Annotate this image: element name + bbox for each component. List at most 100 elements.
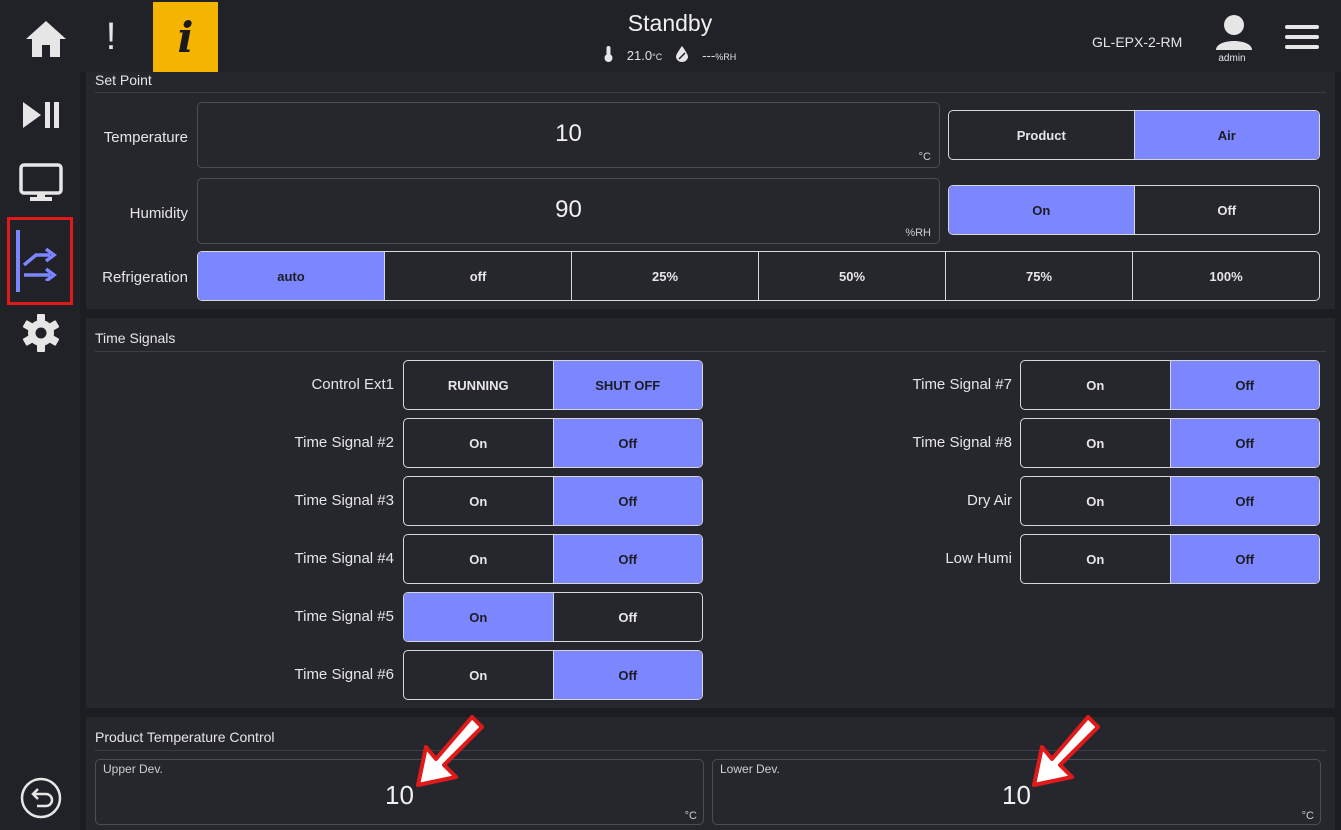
temperature-setpoint-unit: °C — [918, 151, 931, 163]
time-signal-4-toggle: On Off — [403, 534, 703, 584]
time-signal-3-label: Time Signal #3 — [294, 492, 395, 509]
gear-icon — [22, 314, 60, 352]
temperature-label: Temperature — [103, 129, 188, 146]
time-signal-8-off[interactable]: Off — [1170, 419, 1319, 467]
lower-dev-unit: °C — [1301, 810, 1314, 822]
humidity-off[interactable]: Off — [1135, 186, 1320, 234]
lower-dev-value: 10 — [1002, 780, 1031, 810]
time-signal-7-off[interactable]: Off — [1170, 361, 1319, 409]
time-signal-5-on[interactable]: On — [404, 593, 554, 641]
time-signal-6-on[interactable]: On — [404, 651, 554, 699]
control-ext1-running[interactable]: RUNNING — [404, 361, 554, 409]
thermometer-icon — [604, 46, 613, 65]
sidebar-item-settings[interactable] — [10, 302, 72, 364]
refrigeration-25[interactable]: 25% — [572, 252, 759, 300]
low-humi-on[interactable]: On — [1021, 535, 1171, 583]
time-signal-4-label: Time Signal #4 — [294, 550, 395, 567]
time-signal-6-label: Time Signal #6 — [294, 666, 395, 683]
upper-dev-field[interactable]: Upper Dev. 10 °C — [95, 759, 704, 825]
hamburger-menu-icon[interactable] — [1285, 24, 1319, 50]
humidity-setpoint-field[interactable]: 90 %RH — [197, 178, 940, 244]
time-signal-2-toggle: On Off — [403, 418, 703, 468]
upper-dev-value: 10 — [385, 780, 414, 810]
time-signal-8-on[interactable]: On — [1021, 419, 1171, 467]
control-ext1-shut-off[interactable]: SHUT OFF — [553, 361, 702, 409]
time-signal-7-toggle: On Off — [1020, 360, 1320, 410]
refrigeration-off[interactable]: off — [385, 252, 572, 300]
refrigeration-50[interactable]: 50% — [759, 252, 946, 300]
home-icon[interactable] — [22, 18, 70, 60]
control-ext1-label: Control Ext1 — [311, 376, 394, 393]
time-signal-8-label: Time Signal #8 — [912, 434, 1013, 451]
monitor-icon — [19, 163, 63, 201]
play-pause-icon — [23, 102, 59, 128]
humidity-label: Humidity — [129, 205, 188, 222]
time-signal-3-off[interactable]: Off — [553, 477, 702, 525]
temperature-mode-air[interactable]: Air — [1134, 111, 1319, 159]
time-signal-5-toggle: On Off — [403, 592, 703, 642]
humidity-setpoint-value: 90 — [555, 196, 582, 223]
time-signal-6-off[interactable]: Off — [553, 651, 702, 699]
refrigeration-100[interactable]: 100% — [1133, 252, 1319, 300]
sidebar-item-back[interactable] — [10, 767, 72, 829]
time-signal-4-on[interactable]: On — [404, 535, 554, 583]
annotation-arrow-icon — [416, 715, 484, 787]
sidebar — [0, 72, 80, 830]
dry-air-off[interactable]: Off — [1170, 477, 1319, 525]
dry-air-on[interactable]: On — [1021, 477, 1171, 525]
set-point-panel: Set Point Temperature 10 °C Product Air … — [86, 72, 1335, 309]
control-ext1-toggle: RUNNING SHUT OFF — [403, 360, 703, 410]
time-signal-5-off[interactable]: Off — [554, 593, 703, 641]
divider — [95, 92, 1326, 93]
humidity-toggle: On Off — [948, 185, 1320, 235]
temperature-mode-toggle: Product Air — [948, 110, 1320, 160]
sidebar-item-monitor[interactable] — [10, 152, 72, 214]
product-temperature-control-panel: Product Temperature Control Upper Dev. 1… — [86, 717, 1335, 830]
current-humidity-unit: %RH — [715, 52, 737, 62]
temperature-mode-product[interactable]: Product — [949, 111, 1135, 159]
time-signal-2-on[interactable]: On — [404, 419, 554, 467]
info-button[interactable]: i — [153, 2, 218, 72]
status-readout: 21.0°C ---%RH — [540, 46, 800, 65]
top-header: ! i Standby 21.0°C ---%RH GL-EPX-2-RM ad… — [0, 0, 1341, 72]
sidebar-item-profile[interactable] — [7, 217, 73, 305]
profile-arrows-icon — [22, 247, 57, 281]
time-signal-2-label: Time Signal #2 — [294, 434, 395, 451]
time-signal-6-toggle: On Off — [403, 650, 703, 700]
time-signal-3-toggle: On Off — [403, 476, 703, 526]
time-signal-3-on[interactable]: On — [404, 477, 554, 525]
upper-dev-unit: °C — [684, 810, 697, 822]
time-signal-7-on[interactable]: On — [1021, 361, 1171, 409]
current-temperature: 21.0 — [626, 48, 653, 63]
refrigeration-auto[interactable]: auto — [198, 252, 385, 300]
temperature-setpoint-value: 10 — [555, 120, 582, 147]
refrigeration-75[interactable]: 75% — [946, 252, 1133, 300]
device-name: GL-EPX-2-RM — [1092, 34, 1183, 50]
upper-dev-label: Upper Dev. — [103, 762, 163, 776]
back-icon — [20, 777, 62, 819]
user-label: admin — [1218, 53, 1246, 64]
low-humi-off[interactable]: Off — [1170, 535, 1319, 583]
low-humi-toggle: On Off — [1020, 534, 1320, 584]
dry-air-toggle: On Off — [1020, 476, 1320, 526]
low-humi-label: Low Humi — [945, 550, 1012, 567]
refrigeration-selector: auto off 25% 50% 75% 100% — [197, 251, 1320, 301]
temperature-setpoint-field[interactable]: 10 °C — [197, 102, 940, 168]
user-icon[interactable] — [1214, 14, 1254, 50]
lower-dev-field[interactable]: Lower Dev. 10 °C — [712, 759, 1321, 825]
time-signal-4-off[interactable]: Off — [553, 535, 702, 583]
humidity-on[interactable]: On — [949, 186, 1135, 234]
annotation-arrow-icon — [1032, 715, 1100, 787]
divider — [95, 750, 1326, 751]
time-signal-2-off[interactable]: Off — [553, 419, 702, 467]
time-signal-7-label: Time Signal #7 — [912, 376, 1013, 393]
set-point-title: Set Point — [95, 72, 152, 88]
alarm-icon[interactable]: ! — [96, 14, 126, 60]
lower-dev-label: Lower Dev. — [720, 762, 780, 776]
time-signal-5-label: Time Signal #5 — [294, 608, 395, 625]
time-signal-8-toggle: On Off — [1020, 418, 1320, 468]
sidebar-item-play-pause[interactable] — [10, 84, 72, 146]
humidity-drop-icon — [676, 46, 689, 65]
product-temperature-control-title: Product Temperature Control — [95, 729, 275, 745]
current-humidity: --- — [702, 48, 716, 63]
